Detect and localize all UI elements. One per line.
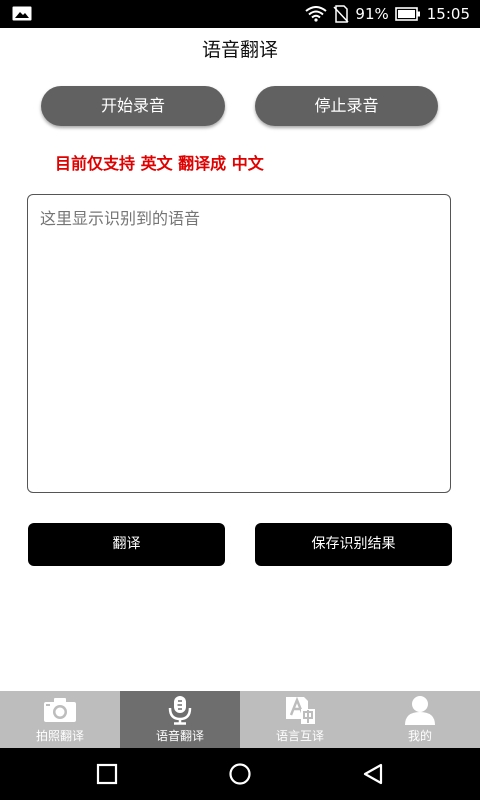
- back-icon[interactable]: [362, 763, 384, 785]
- home-icon[interactable]: [228, 763, 252, 785]
- language-notice: 目前仅支持 英文 翻译成 中文: [55, 154, 264, 173]
- tab-label: 语音翻译: [155, 729, 204, 743]
- tab-photo-translate[interactable]: 拍照翻译: [0, 691, 120, 748]
- page-title: 语音翻译: [201, 39, 278, 61]
- clock: 15:05: [426, 5, 470, 23]
- stop-record-button[interactable]: 停止录音: [255, 86, 438, 126]
- wifi-icon: [305, 6, 328, 22]
- recognized-speech-field[interactable]: [27, 194, 451, 493]
- tab-label: 拍照翻译: [35, 729, 84, 743]
- battery-icon: [394, 7, 420, 21]
- tab-language-translate[interactable]: 语言互译: [240, 691, 360, 748]
- no-sim-icon: [333, 5, 349, 23]
- translate-button[interactable]: 翻译: [28, 523, 225, 566]
- tab-label: 我的: [407, 729, 432, 743]
- battery-percent: 91%: [355, 5, 389, 23]
- bottom-tab-bar: 拍照翻译 语音翻译 语言互译 我的: [0, 691, 480, 748]
- tab-label: 语言互译: [275, 729, 324, 743]
- tab-voice-translate[interactable]: 语音翻译: [120, 691, 240, 748]
- status-bar: 91% 15:05: [0, 0, 480, 28]
- microphone-icon: [168, 696, 192, 725]
- user-icon: [405, 696, 435, 725]
- translate-icon: [286, 696, 315, 724]
- system-navigation-bar: [0, 748, 480, 800]
- recent-apps-icon[interactable]: [96, 763, 118, 785]
- save-result-button[interactable]: 保存识别结果: [255, 523, 452, 566]
- camera-icon: [44, 698, 76, 722]
- start-record-button[interactable]: 开始录音: [41, 86, 225, 126]
- tab-my[interactable]: 我的: [360, 691, 480, 748]
- gallery-icon: [12, 6, 32, 21]
